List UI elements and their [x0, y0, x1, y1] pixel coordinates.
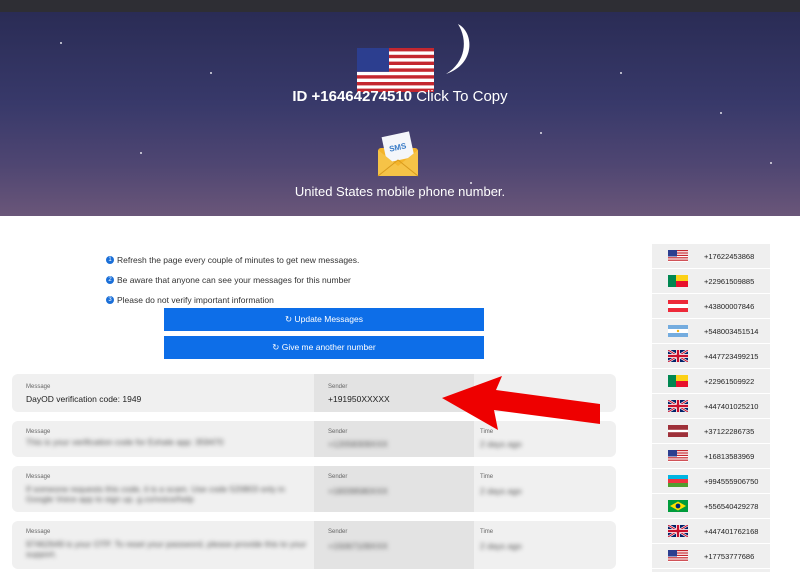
- us-flag-icon: [668, 250, 688, 262]
- notice-item: 2 Be aware that anyone can see your mess…: [106, 270, 359, 290]
- azerbaijan-flag-icon: [668, 475, 688, 487]
- sms-envelope-icon: SMS: [377, 131, 419, 177]
- message-text: This is your verification code for Exhal…: [26, 437, 224, 447]
- info-number-icon: 1: [106, 256, 114, 264]
- sidebar-phone: +22961509885: [704, 276, 755, 286]
- notice-text: Refresh the page every couple of minutes…: [117, 255, 360, 265]
- message-time: 2 days ago: [480, 439, 522, 449]
- sidebar-phone: +22961509922: [704, 376, 755, 386]
- benin-flag-icon: [668, 375, 688, 387]
- click-to-copy-label: Click To Copy: [412, 88, 508, 105]
- another-number-button[interactable]: ↻ Give me another number: [164, 336, 484, 359]
- sidebar-phone: +447401762168: [704, 526, 759, 536]
- update-messages-button[interactable]: ↻ Update Messages: [164, 308, 484, 331]
- notice-item: 3 Please do not verify important informa…: [106, 290, 359, 310]
- us-flag-icon: [668, 450, 688, 462]
- number-sidebar: +17622453868 +22961509885 +43800007846 +…: [652, 244, 770, 572]
- sidebar-number-item[interactable]: +447723499215: [652, 344, 770, 369]
- sidebar-number-item[interactable]: +16813583969: [652, 444, 770, 469]
- sidebar-number-item[interactable]: +37122286735: [652, 419, 770, 444]
- message-time: 2 days ago: [480, 486, 522, 496]
- notice-list: 1 Refresh the page every couple of minut…: [106, 250, 359, 310]
- moon-icon: [446, 24, 470, 74]
- sidebar-number-item[interactable]: +17753777686: [652, 544, 770, 569]
- sender-label: Sender: [328, 474, 348, 480]
- sidebar-number-item[interactable]: +556540429278: [652, 494, 770, 519]
- message-label: Message: [26, 384, 51, 390]
- sender-label: Sender: [328, 529, 348, 535]
- top-navbar: [0, 0, 800, 12]
- phone-id-text: ID +16464274510: [292, 88, 413, 105]
- message-text: 97462649 is your OTP. To reset your pass…: [26, 539, 307, 559]
- message-label: Message: [26, 474, 51, 480]
- sidebar-number-item[interactable]: +447401762168: [652, 519, 770, 544]
- sender-number: +18339580XXX: [328, 486, 388, 496]
- uk-flag-icon: [668, 525, 688, 537]
- notice-item: 1 Refresh the page every couple of minut…: [106, 250, 359, 270]
- hero-subtitle: United States mobile phone number.: [294, 184, 506, 199]
- message-label: Message: [26, 429, 51, 435]
- us-flag-icon: [668, 550, 688, 562]
- message-text: If someone requests this code, it is a s…: [26, 484, 285, 504]
- message-row: Message If someone requests this code, i…: [12, 466, 616, 512]
- sender-number: +191950XXXXX: [328, 394, 390, 404]
- sidebar-number-item[interactable]: +17622453868: [652, 244, 770, 269]
- sender-label: Sender: [328, 384, 348, 390]
- austria-flag-icon: [668, 300, 688, 312]
- message-time: 2 days ago: [480, 541, 522, 551]
- uk-flag-icon: [668, 400, 688, 412]
- latvia-flag-icon: [668, 425, 688, 437]
- notice-text: Be aware that anyone can see your messag…: [117, 275, 351, 285]
- phone-id-copy[interactable]: ID +16464274510 Click To Copy: [0, 88, 800, 105]
- notice-text: Please do not verify important informati…: [117, 295, 274, 305]
- info-number-icon: 3: [106, 296, 114, 304]
- sidebar-phone: +556540429278: [704, 501, 759, 511]
- sidebar-number-item[interactable]: +548003451514: [652, 319, 770, 344]
- us-flag-icon: [357, 48, 434, 92]
- message-text: DayOD verification code: 1949: [26, 394, 142, 404]
- sidebar-number-item[interactable]: +447401025210: [652, 394, 770, 419]
- sidebar-phone: +994555906750: [704, 476, 759, 486]
- message-row: Message 97462649 is your OTP. To reset y…: [12, 521, 616, 569]
- sidebar-number-item[interactable]: +994555906750: [652, 469, 770, 494]
- message-label: Message: [26, 529, 51, 535]
- brazil-flag-icon: [668, 500, 688, 512]
- sender-number: +15067109XXX: [328, 541, 388, 551]
- sender-number: +12058309XXX: [328, 439, 388, 449]
- sidebar-phone: +37122286735: [704, 426, 755, 436]
- hero-banner: ID +16464274510 Click To Copy SMS United…: [0, 12, 800, 216]
- time-label: Time: [480, 474, 494, 480]
- argentina-flag-icon: [668, 325, 688, 337]
- time-label: Time: [480, 529, 494, 535]
- uk-flag-icon: [668, 350, 688, 362]
- sidebar-phone: +548003451514: [704, 326, 759, 336]
- sidebar-phone: +447723499215: [704, 351, 759, 361]
- sidebar-phone: +17622453868: [704, 251, 755, 261]
- benin-flag-icon: [668, 275, 688, 287]
- sender-label: Sender: [328, 429, 348, 435]
- sidebar-phone: +447401025210: [704, 401, 759, 411]
- red-arrow-annotation-icon: [442, 376, 600, 430]
- sidebar-number-item[interactable]: +43800007846: [652, 294, 770, 319]
- sidebar-phone: +16813583969: [704, 451, 755, 461]
- sidebar-phone: +17753777686: [704, 551, 755, 561]
- sidebar-number-item[interactable]: +22961509922: [652, 369, 770, 394]
- info-number-icon: 2: [106, 276, 114, 284]
- sidebar-number-item[interactable]: +22961509885: [652, 269, 770, 294]
- sidebar-phone: +43800007846: [704, 301, 755, 311]
